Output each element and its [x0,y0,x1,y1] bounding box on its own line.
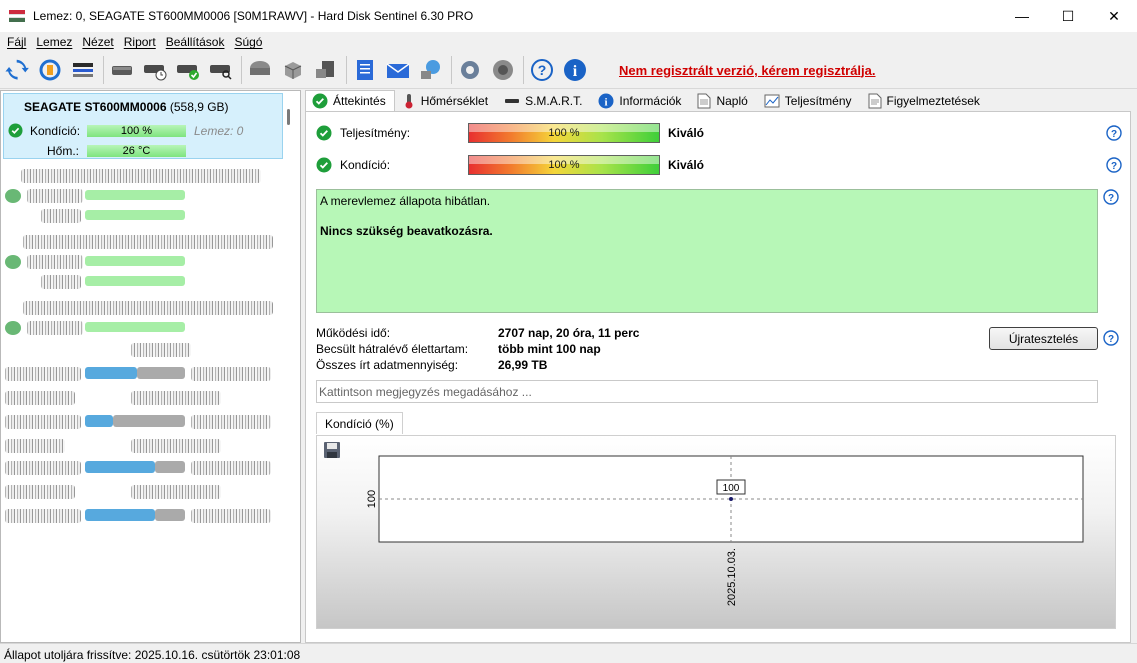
refresh-icon[interactable] [4,57,30,83]
tab-log[interactable]: Napló [690,90,756,112]
title-bar: Lemez: 0, SEAGATE ST600MM0006 [S0M1RAWV]… [0,0,1137,32]
tab-performance[interactable]: Teljesítmény [757,90,861,112]
data-point [729,497,733,501]
performance-bar: 100 % [468,123,660,143]
condition-status: Kiváló [668,158,705,172]
disk-icon[interactable] [109,57,135,83]
temperature-label: Hőm.: [47,144,80,158]
condition-bar: 100 % [468,155,660,175]
network-icon[interactable] [418,57,444,83]
info-icon[interactable]: i [562,57,588,83]
document-icon [697,93,711,109]
server-icon[interactable] [313,57,339,83]
window-title: Lemez: 0, SEAGATE ST600MM0006 [S0M1RAWV]… [33,9,474,23]
performance-row: Teljesítmény: 100 % Kiváló ? [316,122,1122,144]
lifetime-label: Becsült hátralévő élettartam: [316,342,469,356]
svg-text:?: ? [1108,193,1114,204]
disk-item-selected[interactable]: SEAGATE ST600MM0006 (558,9 GB) Kondíció:… [3,93,283,159]
x-tick-label: 2025.10.03. [726,548,738,606]
help-icon[interactable]: ? [1106,157,1122,173]
help-icon[interactable]: ? [1106,125,1122,141]
svg-text:?: ? [538,62,547,78]
toolbar: ? i Nem regisztrált verzió, kérem regisz… [0,52,1137,89]
tab-smart[interactable]: S.M.A.R.T. [497,90,591,112]
notes-icon[interactable] [352,57,378,83]
obscured-disk-list [1,163,300,642]
performance-status: Kiváló [668,126,705,140]
svg-text:?: ? [1111,161,1117,172]
tab-information[interactable]: i Információk [591,90,690,112]
svg-text:i: i [573,63,578,80]
menu-bar: Fájl Lemez Nézet Riport Beállítások Súgó [0,32,1137,52]
drive-icon[interactable] [247,57,273,83]
performance-label: Teljesítmény: [340,126,411,140]
disk-info-grid: Működési idő: 2707 nap, 20 óra, 11 perc B… [316,325,639,373]
data-label: 100 [723,483,740,494]
condition-label: Kondíció: [340,158,391,172]
maximize-button[interactable]: ☐ [1045,0,1091,32]
chart-tab-condition[interactable]: Kondíció (%) [316,412,403,434]
disk-list-panel: SEAGATE ST600MM0006 (558,9 GB) Kondíció:… [0,90,301,643]
disk-search-icon[interactable] [208,57,234,83]
minimize-button[interactable]: — [999,0,1045,32]
disk-name: SEAGATE ST600MM0006 (558,9 GB) [24,100,229,114]
thermometer-icon [405,94,413,109]
tab-strip: Áttekintés Hőmérséklet S.M.A.R.T. i Info… [305,90,1131,112]
condition-bar: 100 % [87,125,186,137]
written-label: Összes írt adatmennyiség: [316,358,459,372]
note-input[interactable]: Kattintson megjegyzés megadásához ... [316,380,1098,403]
temperature-bar: 26 °C [87,145,186,157]
performance-chart-icon [764,94,780,108]
health-status-text: A merevlemez állapota hibátlan. Nincs sz… [316,189,1098,313]
menu-settings[interactable]: Beállítások [161,35,230,49]
close-button[interactable]: ✕ [1091,0,1137,32]
svg-text:i: i [605,97,608,109]
help-icon[interactable]: ? [529,57,555,83]
mail-icon[interactable] [385,57,411,83]
disk-check-icon[interactable] [175,57,201,83]
tab-overview[interactable]: Áttekintés [305,90,395,112]
chart-canvas: 100 100 2025.10.03. [366,455,1084,606]
info-icon: i [598,93,614,109]
condition-label: Kondíció: [30,124,81,138]
y-tick-label: 100 [366,490,378,508]
written-value: 26,99 TB [498,358,548,372]
menu-file[interactable]: Fájl [2,35,31,49]
registration-warning-link[interactable]: Nem regisztrált verzió, kérem regisztrál… [619,63,876,78]
menu-view[interactable]: Nézet [77,35,118,49]
menu-disk[interactable]: Lemez [31,35,77,49]
svg-text:?: ? [1111,129,1117,140]
disk-list-icon[interactable] [70,57,96,83]
help-icon[interactable]: ? [1103,330,1119,346]
condition-row: Kondíció: 100 % Kiváló ? [316,154,1122,176]
check-circle-icon [316,125,332,141]
settings-gear-icon[interactable] [457,57,483,83]
cube-icon[interactable] [280,57,306,83]
menu-help[interactable]: Súgó [229,35,267,49]
refresh-warning-icon[interactable] [37,57,63,83]
disk-index-label: Lemez: 0 [194,124,244,138]
power-on-label: Működési idő: [316,326,391,340]
overview-panel: Teljesítmény: 100 % Kiváló ? Kondíció: 1… [305,111,1131,643]
speaker-icon[interactable] [490,57,516,83]
menu-report[interactable]: Riport [119,35,161,49]
svg-text:?: ? [1108,334,1114,345]
disk-icon [505,99,520,103]
retest-button[interactable]: Újratesztelés [989,327,1098,350]
tab-alerts[interactable]: Figyelmeztetések [861,90,989,112]
check-circle-icon [8,123,23,138]
warning-list-icon [868,93,881,109]
disk-clock-icon[interactable] [142,57,168,83]
tab-temperature[interactable]: Hőmérséklet [395,90,497,112]
lifetime-value: több mint 100 nap [498,342,601,356]
disk-list-scrollbar[interactable] [287,109,290,125]
condition-chart: 100 100 2025.10.03. [316,435,1116,629]
status-bar: Állapot utoljára frissítve: 2025.10.16. … [0,643,1137,663]
power-on-value: 2707 nap, 20 óra, 11 perc [498,326,640,340]
help-icon[interactable]: ? [1103,189,1119,205]
app-flag-icon [9,10,25,22]
check-circle-icon [316,157,332,173]
check-circle-icon [312,93,328,109]
